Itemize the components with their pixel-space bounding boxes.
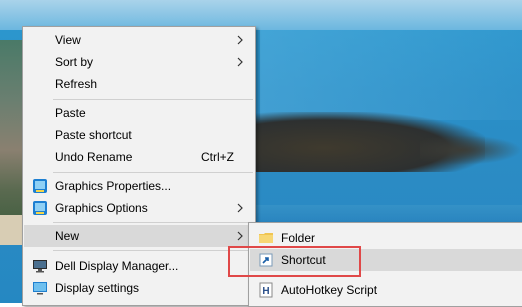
- menu-item-label: Display settings: [55, 281, 140, 295]
- chevron-right-icon: [237, 203, 243, 213]
- menu-item-graphics-properties[interactable]: Graphics Properties...: [24, 175, 256, 197]
- menu-item-label: Paste shortcut: [55, 128, 132, 142]
- menu-item-paste[interactable]: Paste: [24, 102, 256, 124]
- chevron-right-icon: [237, 231, 243, 241]
- wallpaper-town: [0, 40, 22, 240]
- menu-separator: [53, 222, 253, 223]
- intel-graphics-icon: [33, 201, 47, 215]
- submenu-item-autohotkey-script[interactable]: H AutoHotkey Script: [250, 279, 522, 301]
- menu-separator: [53, 172, 253, 173]
- menu-item-graphics-options[interactable]: Graphics Options: [24, 197, 256, 219]
- menu-separator: [53, 250, 253, 251]
- wallpaper-sea: [260, 30, 522, 120]
- chevron-right-icon: [237, 57, 243, 67]
- folder-icon: [259, 233, 273, 243]
- menu-item-dell-display-manager[interactable]: Dell Display Manager...: [24, 255, 256, 277]
- menu-item-label: Graphics Properties...: [55, 179, 172, 193]
- wallpaper-rocks: [420, 135, 522, 165]
- menu-item-label: New: [55, 229, 80, 243]
- menu-item-label: Dell Display Manager...: [55, 259, 179, 273]
- menu-item-new[interactable]: New: [24, 225, 256, 247]
- annotation-highlight-box: [228, 246, 361, 277]
- keyboard-shortcut: Ctrl+Z: [201, 150, 234, 164]
- menu-item-label: Sort by: [55, 55, 94, 69]
- menu-item-refresh[interactable]: Refresh: [24, 73, 256, 95]
- menu-item-view[interactable]: View: [24, 29, 256, 51]
- intel-graphics-icon: [33, 179, 47, 193]
- menu-item-paste-shortcut[interactable]: Paste shortcut: [24, 124, 256, 146]
- menu-item-label: Refresh: [55, 77, 98, 91]
- menu-item-label: Graphics Options: [55, 201, 148, 215]
- menu-item-label: View: [55, 33, 81, 47]
- monitor-icon: [33, 260, 47, 273]
- menu-item-label: Undo Rename: [55, 150, 133, 164]
- menu-item-undo-rename[interactable]: Undo Rename Ctrl+Z: [24, 146, 256, 168]
- submenu-item-label: AutoHotkey Script: [281, 283, 378, 297]
- wallpaper-beach: [0, 215, 22, 245]
- desktop-context-menu: View Sort by Refresh Paste Paste shortcu…: [22, 26, 256, 306]
- menu-item-label: Paste: [55, 106, 86, 120]
- ahk-icon: H: [259, 282, 273, 298]
- display-icon: [33, 282, 47, 295]
- chevron-right-icon: [237, 35, 243, 45]
- menu-item-sort-by[interactable]: Sort by: [24, 51, 256, 73]
- menu-item-display-settings[interactable]: Display settings: [24, 277, 256, 299]
- svg-text:H: H: [262, 286, 269, 297]
- menu-separator: [53, 99, 253, 100]
